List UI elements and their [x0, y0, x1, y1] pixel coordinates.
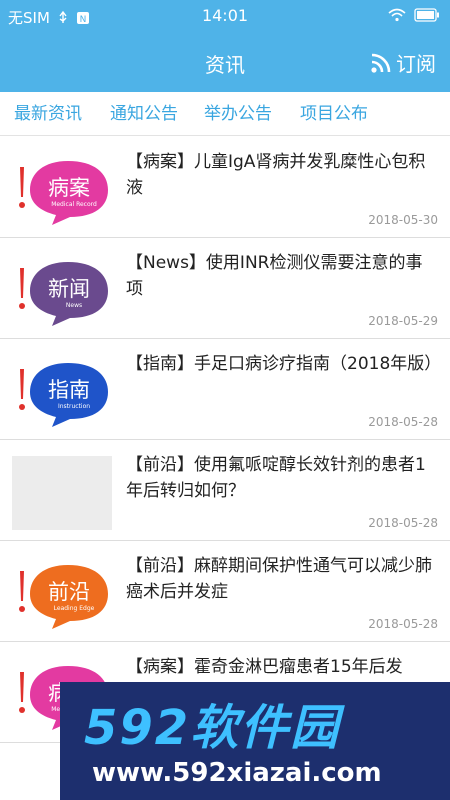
svg-text:Instruction: Instruction: [58, 403, 90, 410]
svg-text:News: News: [66, 302, 82, 309]
status-right: [388, 8, 440, 22]
news-title: 【指南】手足口病诊疗指南（2018年版）: [126, 354, 442, 374]
thumbnail-placeholder: [12, 456, 112, 530]
rss-icon: [371, 53, 391, 73]
battery-icon: [414, 8, 439, 22]
news-title: 【病案】儿童IgA肾病并发乳糜性心包积液: [126, 152, 426, 198]
news-date: 2018-05-28: [368, 415, 438, 429]
list-item[interactable]: 前沿 Leading Edge 【前沿】麻醉期间保护性通气可以减少肺癌术后并发症 …: [0, 541, 450, 642]
wifi-icon: [388, 8, 406, 22]
tab-event-announcements[interactable]: 举办公告: [192, 92, 284, 136]
news-date: 2018-05-29: [368, 314, 438, 328]
subscribe-button[interactable]: 订阅: [370, 48, 436, 77]
news-title: 【前沿】麻醉期间保护性通气可以减少肺癌术后并发症: [126, 556, 432, 602]
news-date: 2018-05-28: [368, 617, 438, 631]
category-badge-icon: 病案Medical Record: [19, 161, 108, 225]
svg-text:病案: 病案: [48, 176, 90, 200]
status-bar: 无SIM N 14:01: [0, 0, 450, 32]
svg-text:Leading Edge: Leading Edge: [54, 605, 95, 612]
list-item[interactable]: 【前沿】使用氟哌啶醇长效针剂的患者1年后转归如何？ 2018-05-28: [0, 440, 450, 541]
svg-text:Medical Record: Medical Record: [51, 201, 97, 208]
news-title: 【前沿】使用氟哌啶醇长效针剂的患者1年后转归如何？: [126, 455, 426, 501]
news-title: 【News】使用INR检测仪需要注意的事项: [126, 253, 423, 299]
tab-notices[interactable]: 通知公告: [98, 92, 190, 136]
svg-text:前沿: 前沿: [48, 580, 90, 604]
watermark-url: www.592xiazai.com: [92, 758, 382, 788]
news-date: 2018-05-28: [368, 516, 438, 530]
news-title: 【病案】霍奇金淋巴瘤患者15年后发: [126, 657, 403, 677]
category-badge-icon: 前沿Leading Edge: [19, 565, 108, 629]
subscribe-label: 订阅: [396, 52, 436, 76]
list-item[interactable]: 病案 Medical Record 【病案】儿童IgA肾病并发乳糜性心包积液 20…: [0, 137, 450, 238]
category-badge-icon: 指南Instruction: [19, 363, 108, 427]
category-badge-icon: 新闻News: [19, 262, 108, 326]
clock: 14:01: [201, 6, 249, 25]
tab-project-announcements[interactable]: 项目公布: [288, 92, 380, 136]
nav-bar: 资讯 订阅: [0, 32, 450, 92]
news-date: 2018-05-30: [368, 213, 438, 227]
list-item[interactable]: 新闻 News 【News】使用INR检测仪需要注意的事项 2018-05-29: [0, 238, 450, 339]
tab-latest-news[interactable]: 最新资讯: [0, 92, 96, 136]
news-list: 病案 Medical Record 【病案】儿童IgA肾病并发乳糜性心包积液 20…: [0, 137, 450, 743]
svg-text:新闻: 新闻: [48, 277, 90, 301]
watermark-logo: 592软件园 www.592xiazai.com: [60, 682, 450, 800]
watermark-title: 592软件园: [84, 700, 341, 756]
category-tabs: 最新资讯 通知公告 举办公告 项目公布: [0, 92, 450, 136]
list-item[interactable]: 指南 Instruction 【指南】手足口病诊疗指南（2018年版） 2018-…: [0, 339, 450, 440]
svg-text:指南: 指南: [48, 378, 90, 402]
